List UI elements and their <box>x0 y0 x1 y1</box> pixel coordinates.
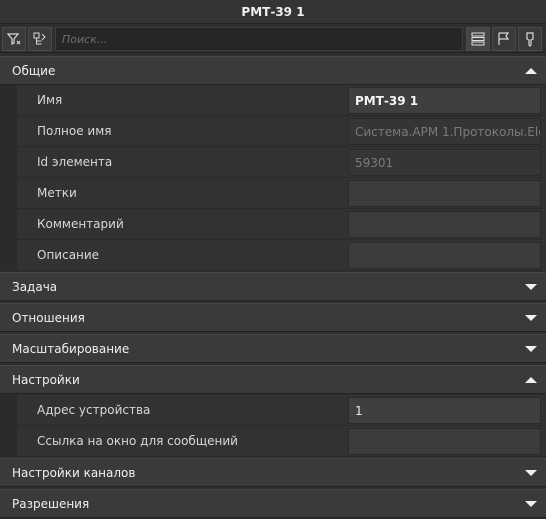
toolbar <box>0 25 546 53</box>
section-general-label: Общие <box>12 63 56 78</box>
section-scaling[interactable]: Масштабирование <box>0 334 546 363</box>
property-label: Полное имя <box>37 124 112 138</box>
property-row-description: Описание <box>0 240 546 271</box>
chevron-down-icon <box>524 468 538 478</box>
property-row-device-address: Адрес устройства 1 <box>0 395 546 426</box>
section-relations[interactable]: Отношения <box>0 303 546 332</box>
section-task[interactable]: Задача <box>0 272 546 301</box>
name-field[interactable]: РМТ-39 1 <box>348 87 541 114</box>
device-address-field[interactable]: 1 <box>348 397 541 424</box>
pin-icon <box>522 31 538 47</box>
tree-collapse-icon <box>32 31 48 47</box>
section-task-label: Задача <box>12 279 58 294</box>
search-input[interactable] <box>55 27 463 51</box>
filter-icon <box>6 31 22 47</box>
pin-button[interactable] <box>518 27 542 51</box>
chevron-up-icon <box>524 375 538 385</box>
list-view-icon <box>470 31 486 47</box>
section-scaling-label: Масштабирование <box>12 341 130 356</box>
section-relations-label: Отношения <box>12 310 85 325</box>
property-label: Имя <box>37 93 63 107</box>
element-id-field: 59301 <box>348 149 541 176</box>
property-row-name: Имя РМТ-39 1 <box>0 85 546 116</box>
tree-collapse-button[interactable] <box>28 27 52 51</box>
section-channel-settings-label: Настройки каналов <box>12 465 136 480</box>
section-settings-label: Настройки <box>12 372 80 387</box>
section-settings[interactable]: Настройки <box>0 365 546 394</box>
property-label: Описание <box>37 248 100 262</box>
flag-button[interactable] <box>492 27 516 51</box>
property-row-comment: Комментарий <box>0 209 546 240</box>
chevron-down-icon <box>524 313 538 323</box>
property-label: Метки <box>37 186 77 200</box>
chevron-down-icon <box>524 282 538 292</box>
chevron-down-icon <box>524 499 538 509</box>
flag-icon <box>496 31 512 47</box>
tags-field[interactable] <box>348 180 541 207</box>
list-view-button[interactable] <box>466 27 490 51</box>
section-permissions-label: Разрешения <box>12 496 90 511</box>
message-window-link-field[interactable] <box>348 428 541 455</box>
chevron-down-icon <box>524 344 538 354</box>
section-permissions[interactable]: Разрешения <box>0 489 546 518</box>
section-channel-settings[interactable]: Настройки каналов <box>0 458 546 487</box>
full-name-field: Система.АРМ 1.Протоколы.Elem <box>348 118 541 145</box>
description-field[interactable] <box>348 242 541 269</box>
comment-field[interactable] <box>348 211 541 238</box>
window-title: РМТ-39 1 <box>0 0 546 24</box>
property-label: Id элемента <box>37 155 113 169</box>
property-row-full-name: Полное имя Система.АРМ 1.Протоколы.Elem <box>0 116 546 147</box>
property-label: Ссылка на окно для сообщений <box>37 434 238 448</box>
property-row-element-id: Id элемента 59301 <box>0 147 546 178</box>
chevron-up-icon <box>524 66 538 76</box>
section-general[interactable]: Общие <box>0 56 546 85</box>
property-row-tags: Метки <box>0 178 546 209</box>
property-label: Комментарий <box>37 217 124 231</box>
property-label: Адрес устройства <box>37 403 151 417</box>
filter-button[interactable] <box>2 27 26 51</box>
property-row-message-window-link: Ссылка на окно для сообщений <box>0 426 546 457</box>
